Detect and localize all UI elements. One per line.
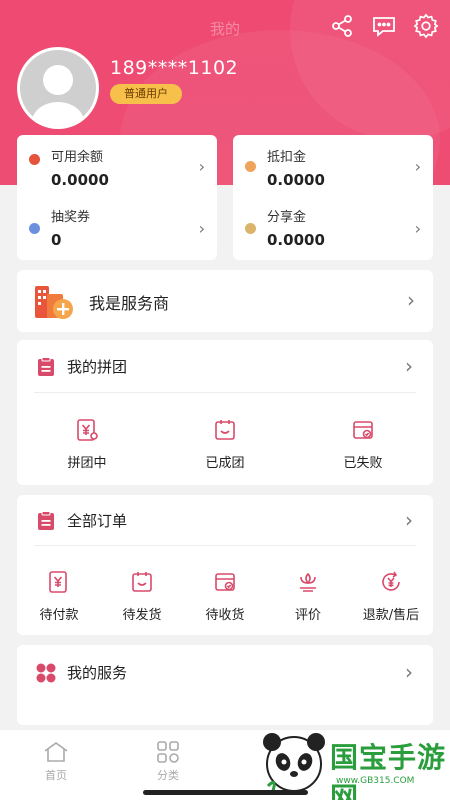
item-label: 已失败 bbox=[343, 456, 383, 471]
item-label: 退款/售后 bbox=[362, 608, 420, 623]
order-pending-receive[interactable]: 待收货 bbox=[185, 570, 265, 623]
balance-card-right: 抵扣金 0.0000 › 分享金 0.0000 › bbox=[233, 135, 433, 260]
four-petal-icon bbox=[35, 662, 57, 684]
balance-label: 可用余额 bbox=[51, 150, 104, 165]
group-failed-icon bbox=[351, 418, 375, 442]
chevron-right-icon: › bbox=[198, 219, 205, 238]
wallet-yen-icon bbox=[47, 570, 71, 594]
item-label: 待收货 bbox=[205, 608, 245, 623]
panda-logo-icon bbox=[263, 733, 325, 795]
group-done-icon bbox=[213, 418, 237, 442]
provider-row[interactable]: 我是服务商 › bbox=[17, 270, 433, 332]
avatar[interactable] bbox=[17, 47, 99, 129]
blue-dot-icon bbox=[29, 223, 40, 234]
user-level-badge: 普通用户 bbox=[110, 84, 182, 104]
gold-dot-icon bbox=[245, 223, 256, 234]
home-indicator bbox=[143, 790, 308, 795]
watermark-text: 国宝手游网 bbox=[330, 741, 447, 800]
group-buy-title: 我的拼团 bbox=[67, 358, 128, 376]
group-done[interactable]: 已成团 bbox=[185, 418, 265, 471]
refund-icon bbox=[379, 570, 403, 594]
balance-label: 分享金 bbox=[267, 210, 307, 225]
message-icon[interactable] bbox=[370, 12, 398, 40]
orange-dot-icon bbox=[245, 161, 256, 172]
clipboard-icon bbox=[36, 357, 56, 377]
balance-label: 抽奖券 bbox=[51, 210, 91, 225]
chevron-right-icon: › bbox=[414, 219, 421, 238]
balance-lottery[interactable]: 抽奖券 0 › bbox=[17, 197, 217, 259]
delivery-box-icon bbox=[213, 570, 237, 594]
order-review[interactable]: 评价 bbox=[268, 570, 348, 623]
orders-title: 全部订单 bbox=[67, 512, 128, 530]
clipboard-icon bbox=[36, 511, 56, 531]
category-icon bbox=[157, 741, 179, 763]
chevron-right-icon: › bbox=[405, 660, 413, 684]
provider-label: 我是服务商 bbox=[89, 294, 170, 313]
share-icon[interactable] bbox=[328, 12, 356, 40]
item-label: 拼团中 bbox=[67, 456, 107, 471]
group-in-progress[interactable]: 拼团中 bbox=[47, 418, 127, 471]
balance-label: 抵扣金 bbox=[267, 150, 307, 165]
header-actions bbox=[328, 12, 440, 40]
balance-value: 0.0000 bbox=[267, 231, 325, 249]
home-icon bbox=[44, 742, 68, 762]
item-label: 待付款 bbox=[39, 608, 79, 623]
building-plus-icon bbox=[33, 280, 75, 322]
item-label: 评价 bbox=[294, 608, 321, 623]
orders-card: 全部订单 › 待付款 待发货 待收货 评价 退款/售后 bbox=[17, 495, 433, 635]
services-title: 我的服务 bbox=[67, 664, 128, 682]
orders-header[interactable]: 全部订单 › bbox=[17, 495, 433, 545]
balance-card-left: 可用余额 0.0000 › 抽奖券 0 › bbox=[17, 135, 217, 260]
balance-share[interactable]: 分享金 0.0000 › bbox=[233, 197, 433, 259]
site-watermark: 国宝手游网 www.GB315.COM bbox=[258, 720, 450, 800]
order-refund[interactable]: 退款/售后 bbox=[351, 570, 431, 623]
balance-value: 0.0000 bbox=[267, 171, 325, 189]
yen-card-icon bbox=[75, 418, 99, 442]
order-pending-payment[interactable]: 待付款 bbox=[19, 570, 99, 623]
balance-available[interactable]: 可用余额 0.0000 › bbox=[17, 135, 217, 197]
balance-deduction[interactable]: 抵扣金 0.0000 › bbox=[233, 135, 433, 197]
tab-label: 首页 bbox=[45, 769, 67, 782]
user-phone: 189****1102 bbox=[110, 57, 239, 79]
balance-value: 0.0000 bbox=[51, 171, 109, 189]
settings-gear-icon[interactable] bbox=[412, 12, 440, 40]
group-buy-header[interactable]: 我的拼团 › bbox=[17, 340, 433, 392]
item-label: 已成团 bbox=[205, 456, 245, 471]
red-dot-icon bbox=[29, 154, 40, 165]
chevron-right-icon: › bbox=[407, 288, 415, 312]
chevron-right-icon: › bbox=[414, 157, 421, 176]
services-card: 我的服务 › bbox=[17, 645, 433, 725]
flower-icon bbox=[296, 570, 320, 594]
chevron-right-icon: › bbox=[198, 157, 205, 176]
chevron-right-icon: › bbox=[405, 354, 413, 378]
balance-value: 0 bbox=[51, 231, 62, 249]
group-failed[interactable]: 已失败 bbox=[323, 418, 403, 471]
watermark-url: www.GB315.COM bbox=[336, 776, 415, 786]
package-icon bbox=[130, 570, 154, 594]
tab-category[interactable]: 分类 bbox=[138, 740, 198, 783]
services-header[interactable]: 我的服务 › bbox=[17, 645, 433, 697]
chevron-right-icon: › bbox=[405, 508, 413, 532]
tab-home[interactable]: 首页 bbox=[26, 740, 86, 783]
group-buy-card: 我的拼团 › 拼团中 已成团 已失败 bbox=[17, 340, 433, 485]
order-pending-ship[interactable]: 待发货 bbox=[102, 570, 182, 623]
item-label: 待发货 bbox=[122, 608, 162, 623]
tab-label: 分类 bbox=[157, 769, 179, 782]
